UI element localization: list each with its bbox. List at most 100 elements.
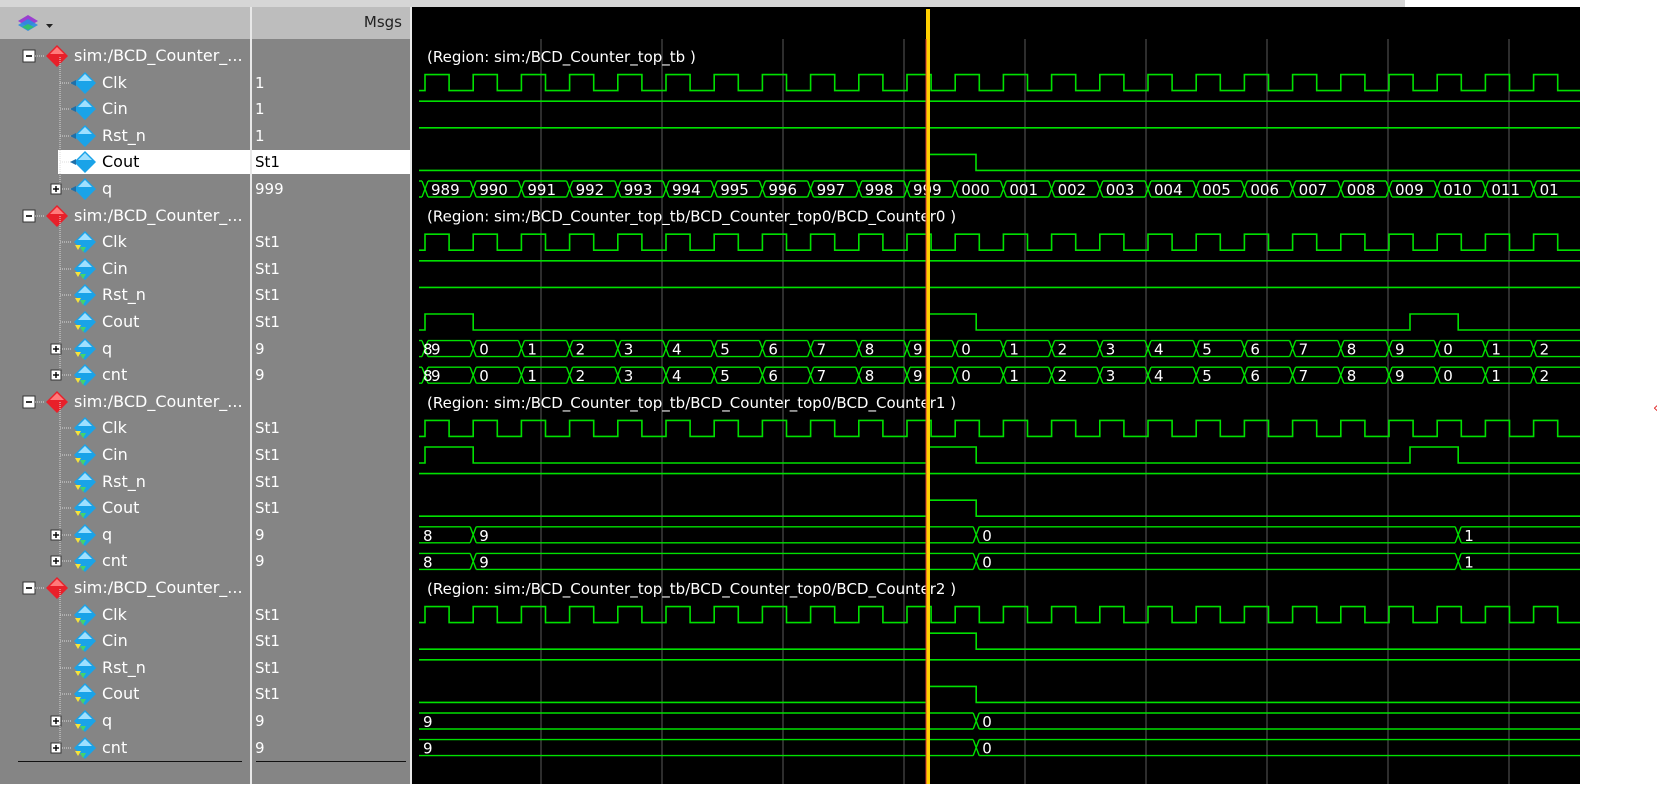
region-name[interactable]: sim:/BCD_Counter_... (74, 206, 243, 225)
signal-name[interactable]: Cout (102, 313, 139, 331)
bus-value: 6 (768, 341, 778, 359)
bus-value: 6 (1250, 367, 1260, 385)
bus-value: 992 (576, 181, 605, 199)
msgs-label: Msgs (363, 13, 402, 31)
signal-diamond-icon (70, 178, 96, 200)
signal-diamond-icon (74, 444, 96, 466)
expand-icon[interactable] (50, 183, 62, 195)
signal-value: 1 (255, 100, 265, 119)
bus-value: 000 (961, 181, 990, 199)
signal-row-glyphs (59, 83, 96, 121)
bus-value: 9 (1395, 341, 1405, 359)
signal-name[interactable]: Cin (102, 100, 128, 118)
clk-wave (419, 73, 1580, 92)
signal-name[interactable]: Cin (102, 632, 128, 650)
signal-row-glyphs (50, 695, 96, 732)
signal-names-pane[interactable]: sim:/BCD_Counter_... Clk Cin Rst_n Cout q sim:… (0, 39, 252, 784)
bus-value: 9 (913, 341, 923, 359)
bus-value: 2 (1540, 341, 1550, 359)
time-cursor[interactable] (926, 39, 930, 784)
signal-name[interactable]: Clk (102, 73, 127, 92)
bus-value: 1 (1464, 553, 1474, 571)
signal-value: 9 (255, 712, 265, 730)
bus-value: 0 (982, 713, 992, 731)
bus-value: 8 (865, 341, 875, 359)
signal-name[interactable]: Rst_n (102, 126, 146, 145)
right-blank-area: ‹ (1580, 0, 1660, 784)
cout-wave (419, 499, 1580, 517)
signal-value: St1 (255, 472, 280, 491)
region-diamond-icon (46, 204, 68, 227)
bus-value: 1 (1491, 367, 1501, 385)
signal-diamond-icon (70, 151, 96, 174)
collapse-icon[interactable] (22, 209, 36, 223)
signal-name[interactable]: q (102, 180, 112, 198)
signal-row-glyphs (50, 535, 96, 573)
signal-diamond-icon (74, 736, 96, 759)
bus-value: 3 (1106, 341, 1116, 359)
cursor-header-marker (926, 9, 930, 39)
region-name[interactable]: sim:/BCD_Counter_... (74, 392, 243, 411)
signal-row-glyphs (59, 402, 96, 440)
bus-value: 4 (1154, 367, 1164, 385)
cnt-bus-wave: 89 0 1 2 3 4 5 6 7 8 9 0 1 2 3 4 5 6 7 8 9 0 1 2 (419, 366, 1580, 385)
bus-value: 989 (431, 181, 460, 199)
expand-icon[interactable] (50, 555, 62, 567)
signal-name[interactable]: Cin (102, 446, 128, 464)
signal-diamond-icon (74, 284, 96, 307)
signal-name[interactable]: Cout (102, 153, 139, 171)
signal-name[interactable]: Cout (102, 499, 139, 517)
cnt-bus-wave: 90 (419, 738, 1580, 758)
signal-name[interactable]: cnt (102, 552, 127, 570)
bus-value: 5 (1202, 367, 1212, 385)
wave-header (412, 7, 1580, 39)
collapse-icon[interactable] (22, 581, 36, 595)
signal-name[interactable]: cnt (102, 738, 127, 757)
bus-value: 3 (624, 367, 634, 385)
bus-value: 0 (479, 341, 489, 359)
signal-name[interactable]: q (102, 712, 112, 730)
signal-diamond-icon (74, 364, 96, 387)
bus-value: 9 (423, 740, 433, 758)
signal-diamond-icon (70, 98, 96, 121)
bus-value: 2 (1058, 367, 1068, 385)
bus-value: 0 (961, 367, 971, 385)
region-name[interactable]: sim:/BCD_Counter_... (74, 579, 243, 597)
bus-value: 4 (1154, 341, 1164, 359)
bus-value: 8 (423, 527, 433, 545)
waveform-pane[interactable]: (Region: sim:/BCD_Counter_top_tb ) (Regio… (412, 39, 1580, 784)
bus-value: 8 (1347, 367, 1357, 385)
signal-name[interactable]: Clk (102, 419, 127, 437)
region-label: (Region: sim:/BCD_Counter_top_tb/BCD_Cou… (427, 394, 956, 413)
signal-name[interactable]: Cin (102, 259, 128, 278)
signal-name[interactable]: cnt (102, 366, 127, 384)
signal-values-pane[interactable]: 1 1 1 St1 999 St1 St1 St1 St1 9 9 St1 St1 St1 St1 9 9 St1… (252, 39, 412, 784)
signal-name[interactable]: Rst_n (102, 286, 146, 304)
bus-value: 994 (672, 181, 701, 199)
q-bus-wave: 89 0 1 2 3 4 5 6 7 8 9 0 1 2 3 4 5 6 7 8 9 0 1 2 (419, 339, 1580, 359)
signal-name[interactable]: q (102, 525, 112, 544)
bus-value: 6 (768, 367, 778, 385)
bus-value: 7 (817, 341, 827, 359)
signal-value: St1 (255, 233, 280, 252)
bus-value: 0 (982, 553, 992, 571)
collapse-icon[interactable] (22, 49, 36, 63)
signal-name[interactable]: Clk (102, 605, 127, 624)
signal-name[interactable]: Rst_n (102, 472, 146, 491)
names-footer-line (18, 761, 242, 762)
signal-name[interactable]: Clk (102, 233, 127, 251)
wave-toolbar-dropdown[interactable] (0, 7, 60, 39)
signal-name[interactable]: q (102, 339, 112, 358)
signal-name[interactable]: Cout (102, 685, 139, 703)
region-name[interactable]: sim:/BCD_Counter_... (74, 47, 243, 65)
bus-value: 8 (423, 553, 433, 571)
region-label: (Region: sim:/BCD_Counter_top_tb ) (427, 48, 696, 67)
collapse-icon[interactable] (22, 395, 36, 409)
signal-diamond-icon (74, 656, 96, 679)
bus-value: 9 (479, 527, 489, 545)
expand-icon[interactable] (50, 742, 62, 754)
signal-name[interactable]: Rst_n (102, 658, 146, 677)
waveform-canvas[interactable]: (Region: sim:/BCD_Counter_top_tb ) (Regio… (412, 39, 1580, 784)
bus-value: 1 (1464, 527, 1474, 545)
expand-icon[interactable] (50, 369, 62, 381)
